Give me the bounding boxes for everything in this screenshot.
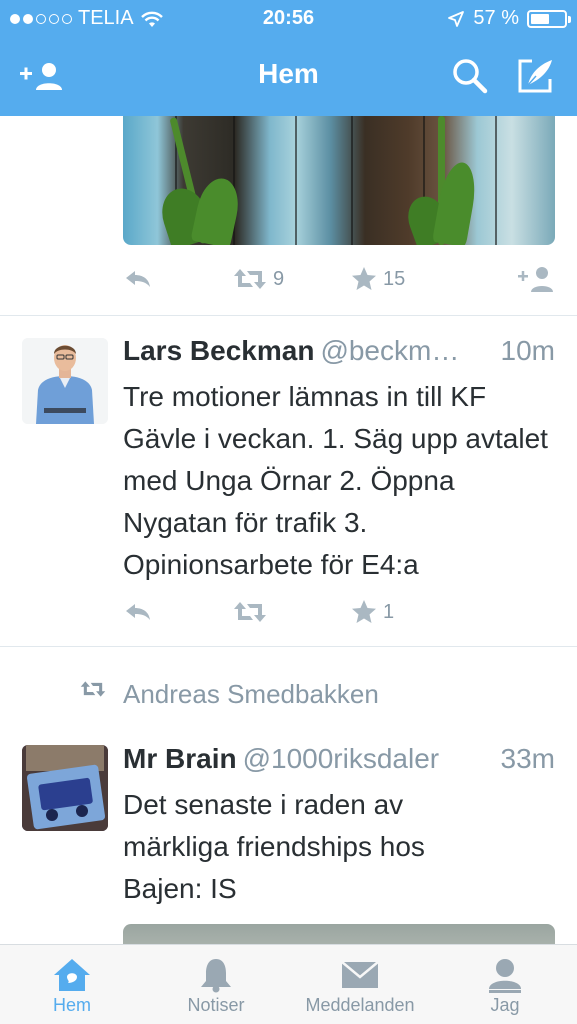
star-icon [352,600,376,623]
favorite-button[interactable]: 1 [351,599,394,625]
battery-percent: 57 % [473,7,519,29]
tab-messages[interactable]: Meddelanden [290,945,430,1024]
timeline[interactable]: 9 15 Lars Beckman @beckm… 10m Tre motion… [0,116,577,944]
divider [0,315,577,316]
tab-label: Notiser [187,995,245,1015]
person-icon [489,959,521,993]
dif-badge-icon [22,745,108,831]
author-handle[interactable]: @beckm… [320,335,459,366]
star-icon [352,267,376,290]
tab-me[interactable]: Jag [445,945,565,1024]
avatar[interactable] [22,338,108,424]
reply-icon [126,604,150,620]
bell-icon [201,959,231,993]
follow-button[interactable] [517,265,555,293]
tweet-actions: 9 15 [123,263,555,295]
tab-label: Jag [490,995,520,1015]
compose-button[interactable] [513,56,559,96]
author-handle[interactable]: @1000riksdaler [243,743,440,774]
tab-bar: Hem Notiser Meddelanden Jag [0,944,577,1024]
location-arrow-icon [448,10,465,27]
add-user-icon [518,267,553,292]
favorite-count: 1 [383,600,395,623]
favorite-button[interactable]: 15 [351,266,405,292]
avatar[interactable] [22,745,108,831]
tweet-header: Mr Brain @1000riksdaler 33m [123,743,555,779]
retweet-button[interactable]: 9 [233,267,284,291]
author-name[interactable]: Mr Brain [123,743,237,774]
retweet-icon [234,602,266,622]
retweet-icon [80,681,106,697]
compose-icon [518,59,552,93]
tweet-media-preview[interactable] [123,924,555,944]
retweet-button[interactable] [233,600,273,624]
retweeted-by[interactable]: Andreas Smedbakken [123,679,379,710]
tab-home[interactable]: Hem [12,945,132,1024]
retweet-context: Andreas Smedbakken [80,679,560,713]
status-bar: TELIA 20:56 57 % [0,0,577,38]
retweet-count: 9 [273,267,285,290]
home-icon [54,959,90,991]
tweet-text: Det senaste i raden av märkliga friendsh… [123,789,425,904]
favorite-count: 15 [383,267,406,290]
battery-icon [527,9,571,28]
tab-notifications[interactable]: Notiser [156,945,276,1024]
tweet-photo[interactable] [123,116,555,245]
person-photo-icon [22,338,108,424]
tweet-text: Tre motioner lämnas in till KF Gävle i v… [123,381,548,580]
author-name[interactable]: Lars Beckman [123,335,314,366]
search-icon [453,59,488,94]
tab-label: Hem [52,995,91,1015]
tweet-time: 10m [500,335,555,366]
divider [0,646,577,647]
top-bar: TELIA 20:56 57 % Hem [0,0,577,116]
envelope-icon [341,961,379,988]
search-button[interactable] [447,56,493,96]
reply-icon [126,271,150,287]
retweet-icon [234,269,266,289]
reply-button[interactable] [123,268,153,290]
tab-label: Meddelanden [305,995,415,1015]
reply-button[interactable] [123,601,153,623]
battery-group: 57 % [447,7,571,30]
tweet-header: Lars Beckman @beckm… 10m [123,335,555,371]
tweet-time: 33m [500,743,555,774]
tweet-actions: 1 [123,596,555,628]
